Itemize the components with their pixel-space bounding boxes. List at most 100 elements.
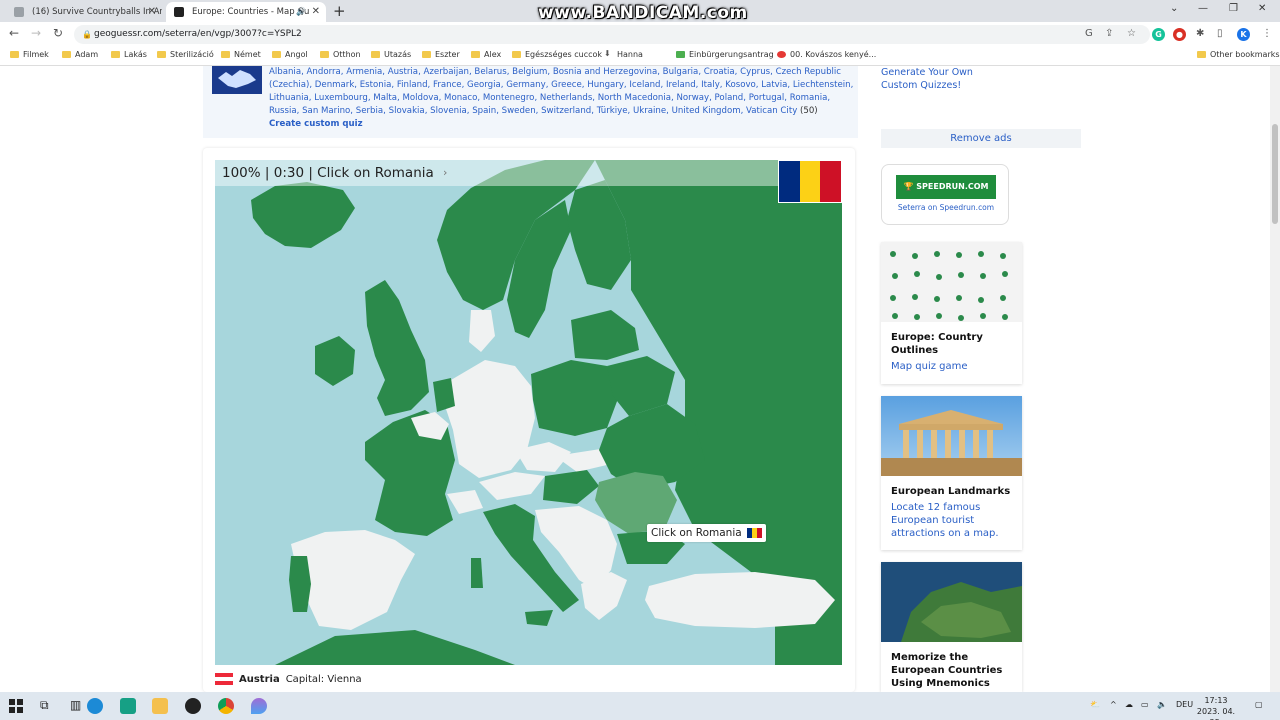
country-iceland[interactable] — [251, 182, 355, 248]
country-poland[interactable] — [531, 360, 619, 436]
country-sicily[interactable] — [525, 610, 553, 626]
create-custom-quiz-link[interactable]: Create custom quiz — [269, 119, 363, 129]
country-turkey[interactable] — [645, 572, 835, 628]
weather-icon[interactable]: ⛅ — [1090, 700, 1100, 709]
network-icon[interactable]: ▭ — [1141, 700, 1149, 709]
country-denmark[interactable] — [469, 310, 495, 352]
onedrive-icon[interactable]: ☁ — [1125, 700, 1133, 709]
promo-desc[interactable]: Map quiz game — [881, 357, 1022, 373]
speedrun-box[interactable]: 🏆 SPEEDRUN.COM Seterra on Speedrun.com — [881, 164, 1009, 225]
bookmark-egeszseges[interactable]: Egészséges cuccok — [512, 50, 602, 59]
country-austria[interactable] — [479, 472, 545, 500]
promo-landmarks[interactable]: European Landmarks Locate 12 famous Euro… — [881, 396, 1022, 550]
promo-title[interactable]: Memorize the European Countries Using Mn… — [881, 651, 1022, 690]
trophy-icon: 🏆 — [903, 182, 914, 191]
profile-avatar[interactable]: K — [1237, 28, 1250, 41]
edge-icon[interactable] — [87, 698, 103, 714]
google-icon[interactable]: G — [1085, 28, 1093, 39]
forward-arrow-icon[interactable]: → — [31, 26, 41, 40]
bookmark-label: Sterilizáció — [170, 50, 214, 59]
tab-close-icon[interactable]: ✕ — [312, 2, 320, 22]
speedrun-caption[interactable]: Seterra on Speedrun.com — [882, 203, 1010, 212]
address-bar[interactable]: 🔒 geoguessr.com/seterra/en/vgp/3007?c=YS… — [74, 25, 1150, 44]
adblock-icon[interactable]: ● — [1173, 28, 1186, 41]
extensions-puzzle-icon[interactable]: ✱ — [1196, 28, 1204, 39]
system-clock[interactable]: 17:13 2023. 04. 25. — [1190, 695, 1242, 720]
bookmark-angol[interactable]: Angol — [272, 50, 308, 59]
tab-close-icon[interactable]: ✕ — [148, 2, 156, 22]
country-hungary[interactable] — [543, 470, 599, 504]
share-icon[interactable]: ⇪ — [1105, 28, 1113, 39]
bookmark-hanna[interactable]: ⬇ Hanna — [604, 49, 643, 59]
notifications-icon[interactable]: ▢ — [1255, 700, 1263, 709]
chrome-icon[interactable] — [218, 698, 234, 714]
volume-icon[interactable]: 🔈 — [1157, 700, 1167, 709]
app-s-icon[interactable] — [120, 698, 136, 714]
bandicam-icon[interactable] — [185, 698, 201, 714]
generate-custom-quiz-link[interactable]: Generate Your Own Custom Quizzes! — [881, 66, 981, 92]
tab-search-icon[interactable]: ⌄ — [1170, 3, 1178, 14]
back-arrow-icon[interactable]: ← — [9, 26, 19, 40]
country-portugal[interactable] — [289, 556, 311, 612]
page-content: Albania, Andorra, Armenia, Austria, Azer… — [0, 66, 1270, 692]
menu-dots-icon[interactable]: ⋮ — [1262, 28, 1272, 39]
page-scrollbar[interactable] — [1270, 66, 1280, 692]
folder-icon — [422, 51, 431, 58]
bookmark-utazas[interactable]: Utazás — [371, 50, 411, 59]
speaker-icon[interactable]: 🔊 — [296, 2, 306, 22]
minimize-button[interactable]: — — [1198, 3, 1208, 14]
bookmark-lakas[interactable]: Lakás — [111, 50, 147, 59]
reload-icon[interactable]: ↻ — [53, 26, 63, 40]
bookmark-sterilizacio[interactable]: Sterilizáció — [157, 50, 214, 59]
bookmark-einburgerung[interactable]: Einbürgerungsantrag — [676, 50, 774, 59]
bookmark-filmek[interactable]: Filmek — [10, 50, 49, 59]
map-svg[interactable] — [215, 160, 842, 665]
promo-title[interactable]: Europe: Country Outlines — [881, 331, 1022, 357]
tab-seterra[interactable]: Europe: Countries - Map Qu 🔊 ✕ — [166, 2, 326, 22]
maximize-button[interactable]: ❐ — [1229, 3, 1238, 14]
task-view-icon[interactable]: ⧉ — [40, 698, 56, 714]
bookmark-star-icon[interactable]: ☆ — [1127, 28, 1136, 39]
tab-countryballs[interactable]: (16) Survive Countryballs In Area ✕ — [6, 2, 162, 22]
bookmark-nemet[interactable]: Német — [221, 50, 261, 59]
speedrun-logo[interactable]: 🏆 SPEEDRUN.COM — [896, 175, 996, 199]
widgets-icon[interactable]: ▥ — [70, 698, 86, 714]
countries-text[interactable]: Albania, Andorra, Armenia, Austria, Azer… — [269, 67, 853, 116]
lock-icon[interactable]: 🔒 — [82, 25, 92, 44]
new-tab-button[interactable]: + — [333, 2, 346, 20]
bookmark-adam[interactable]: Adam — [62, 50, 98, 59]
chevron-right-icon[interactable]: › — [443, 160, 447, 186]
bookmark-otthon[interactable]: Otthon — [320, 50, 361, 59]
windows-start-icon[interactable] — [9, 698, 25, 714]
europe-map[interactable]: 100% | 0:30 | Click on Romania › Click o… — [215, 160, 842, 665]
bookmark-kovaszos[interactable]: 00. Kovászos kenyé... — [777, 50, 876, 59]
country-ireland[interactable] — [315, 336, 355, 386]
scrollbar-thumb[interactable] — [1272, 124, 1278, 224]
grammarly-icon[interactable]: G — [1152, 28, 1165, 41]
side-panel-icon[interactable]: ▯ — [1217, 28, 1223, 39]
file-explorer-icon[interactable] — [152, 698, 168, 714]
promo-mnemonics[interactable]: Memorize the European Countries Using Mn… — [881, 562, 1022, 692]
remove-ads-button[interactable]: Remove ads — [881, 129, 1081, 148]
promo-title[interactable]: European Landmarks — [881, 485, 1022, 498]
country-united-kingdom[interactable] — [365, 280, 429, 416]
close-window-button[interactable]: ✕ — [1258, 3, 1266, 14]
outlines-pattern — [890, 251, 1008, 321]
promo-desc[interactable]: Locate 12 famous European tourist attrac… — [881, 498, 1022, 540]
bookmark-eszter[interactable]: Eszter — [422, 50, 460, 59]
promo-country-outlines[interactable]: Europe: Country Outlines Map quiz game — [881, 242, 1022, 384]
bookmark-label: Einbürgerungsantrag — [689, 50, 774, 59]
bookmark-other[interactable]: Other bookmarks — [1197, 50, 1280, 59]
clock-date: 2023. 04. 25. — [1196, 707, 1236, 720]
countries-count: (50) — [800, 106, 818, 116]
country-netherlands[interactable] — [433, 378, 455, 412]
country-sardinia[interactable] — [471, 558, 483, 588]
speedrun-logo-text: SPEEDRUN.COM — [916, 182, 989, 191]
country-baltics[interactable] — [571, 310, 639, 360]
app-drop-icon[interactable] — [251, 698, 267, 714]
country-switzerland[interactable] — [447, 490, 483, 514]
bookmark-alex[interactable]: Alex — [471, 50, 501, 59]
target-flag — [778, 160, 842, 203]
tray-expand-icon[interactable]: ^ — [1110, 700, 1117, 709]
satellite-europe-image — [881, 562, 1022, 642]
